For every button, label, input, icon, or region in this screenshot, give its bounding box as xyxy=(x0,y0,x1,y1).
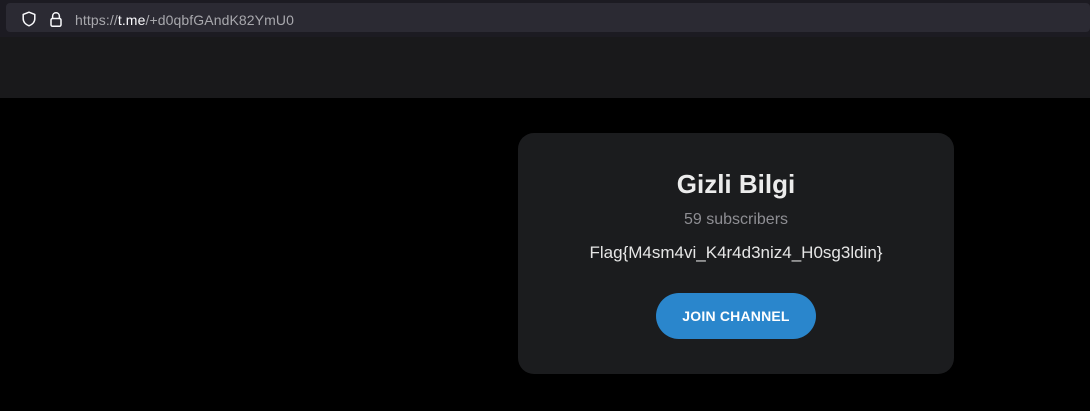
channel-title: Gizli Bilgi xyxy=(676,169,796,199)
browser-toolbar: https://t.me/+d0qbfGAndK82YmU0 xyxy=(0,0,1090,37)
lock-icon[interactable] xyxy=(48,11,64,28)
page-header xyxy=(0,37,1090,99)
url-host: t.me xyxy=(117,12,146,28)
url-text[interactable]: https://t.me/+d0qbfGAndK82YmU0 xyxy=(75,12,294,28)
url-scheme: https:// xyxy=(75,12,118,28)
shield-icon[interactable] xyxy=(21,11,37,27)
subscriber-count: 59 subscribers xyxy=(683,211,789,228)
join-channel-button[interactable]: JOIN CHANNEL xyxy=(656,293,816,339)
address-bar[interactable]: https://t.me/+d0qbfGAndK82YmU0 xyxy=(6,3,1090,32)
url-path: /+d0qbfGAndK82YmU0 xyxy=(145,12,294,28)
channel-card: Gizli Bilgi 59 subscribers Flag{M4sm4vi_… xyxy=(518,133,954,374)
channel-description: Flag{M4sm4vi_K4r4d3niz4_H0sg3ldin} xyxy=(589,243,883,262)
